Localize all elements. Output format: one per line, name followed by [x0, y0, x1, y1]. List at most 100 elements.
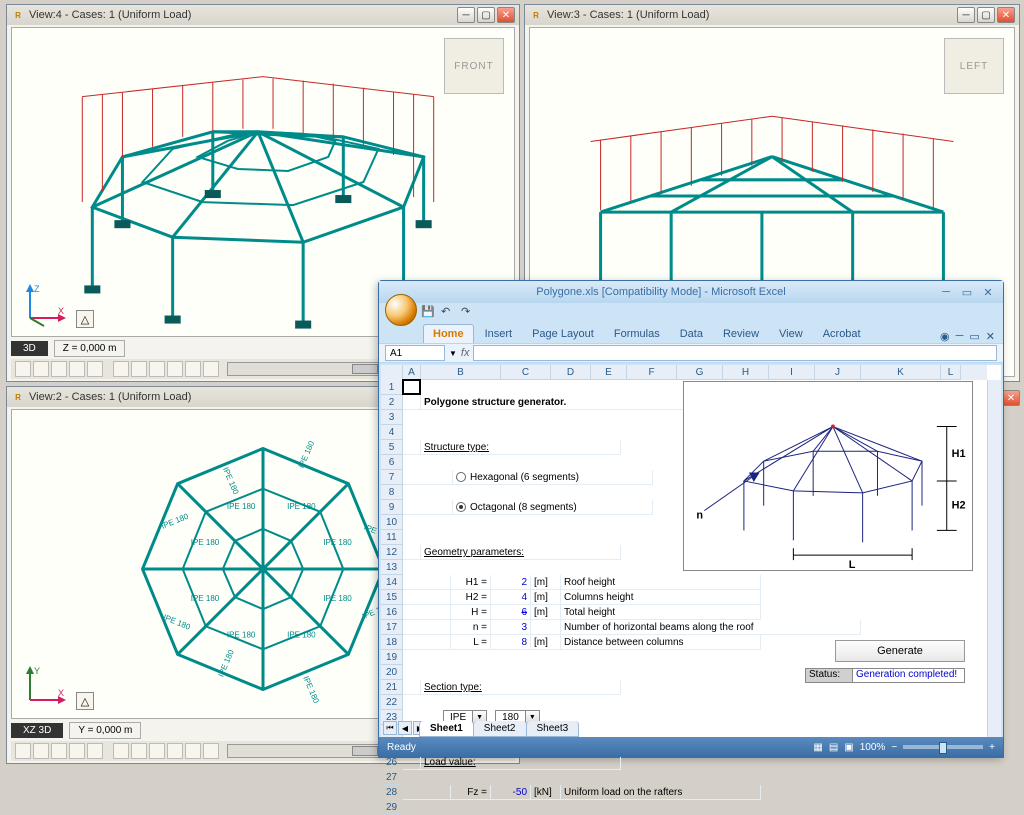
- vertical-scrollbar[interactable]: [987, 380, 1001, 737]
- redo-icon[interactable]: ↷: [461, 305, 477, 321]
- svg-text:X: X: [58, 688, 64, 698]
- ribbon-tab-data[interactable]: Data: [671, 325, 712, 343]
- close-button[interactable]: ✕: [497, 7, 515, 23]
- axis-gizmo[interactable]: YX: [20, 662, 68, 710]
- param-n-value[interactable]: 3: [491, 620, 531, 635]
- excel-statusbar: Ready ▦ ▤ ▣ 100% − +: [379, 737, 1003, 757]
- ribbon-tab-insert[interactable]: Insert: [476, 325, 522, 343]
- view-expand-button[interactable]: △: [76, 310, 94, 328]
- tool-button[interactable]: [149, 743, 165, 759]
- tool-button[interactable]: [113, 361, 129, 377]
- param-l-value[interactable]: 8: [491, 635, 531, 650]
- ribbon-tab-home[interactable]: Home: [423, 324, 474, 343]
- tool-button[interactable]: [113, 743, 129, 759]
- name-box[interactable]: A1: [385, 345, 445, 361]
- tool-button[interactable]: [33, 361, 49, 377]
- save-icon[interactable]: 💾: [421, 305, 437, 321]
- viewcube[interactable]: LEFT: [944, 38, 1004, 94]
- ribbon-tab-page-layout[interactable]: Page Layout: [523, 325, 603, 343]
- excel-titlebar[interactable]: Polygone.xls [Compatibility Mode] - Micr…: [379, 281, 1003, 303]
- ribbon-tab-acrobat[interactable]: Acrobat: [814, 325, 870, 343]
- app-icon: R: [11, 390, 25, 404]
- generate-button[interactable]: Generate: [835, 640, 965, 662]
- tool-button[interactable]: [87, 361, 103, 377]
- zoom-level[interactable]: 100%: [860, 742, 886, 753]
- svg-text:IPE 180: IPE 180: [227, 502, 256, 511]
- maximize-button[interactable]: ▢: [477, 7, 495, 23]
- sheet-tab-1[interactable]: Sheet1: [419, 721, 474, 737]
- ribbon-tabs: Home Insert Page Layout Formulas Data Re…: [379, 323, 1003, 343]
- svg-text:IPE 180: IPE 180: [227, 630, 256, 639]
- close-workbook-button[interactable]: ✕: [986, 330, 995, 343]
- restore-workbook-button[interactable]: ▭: [969, 330, 979, 343]
- svg-text:IPE 180: IPE 180: [221, 466, 241, 496]
- row-headers: 1234567891011121314151617181920212223242…: [381, 365, 403, 737]
- zoom-slider[interactable]: [903, 745, 983, 749]
- zoom-out-button[interactable]: −: [891, 742, 897, 753]
- param-h2-value[interactable]: 4: [491, 590, 531, 605]
- svg-text:IPE 180: IPE 180: [287, 630, 316, 639]
- ribbon-tab-review[interactable]: Review: [714, 325, 768, 343]
- tool-button[interactable]: [51, 743, 67, 759]
- svg-text:IPE 180: IPE 180: [216, 648, 236, 678]
- maximize-button[interactable]: ▢: [977, 7, 995, 23]
- restore-button[interactable]: ▭: [958, 285, 976, 299]
- tool-button[interactable]: [87, 743, 103, 759]
- minimize-ribbon-button[interactable]: ─: [956, 330, 964, 343]
- tool-button[interactable]: [203, 743, 219, 759]
- view-mode-label[interactable]: 3D: [11, 341, 48, 356]
- param-h-value[interactable]: 6: [491, 605, 531, 620]
- view-mode-label[interactable]: XZ 3D: [11, 723, 63, 738]
- tool-button[interactable]: [69, 361, 85, 377]
- sheet-tab-3[interactable]: Sheet3: [526, 721, 580, 737]
- ribbon-tab-view[interactable]: View: [770, 325, 812, 343]
- view3-titlebar[interactable]: R View:3 - Cases: 1 (Uniform Load) ─ ▢ ✕: [525, 5, 1019, 25]
- radio-hexagonal[interactable]: Hexagonal (6 segments): [453, 470, 653, 485]
- office-button[interactable]: [385, 294, 417, 326]
- tool-button[interactable]: [167, 743, 183, 759]
- axis-gizmo[interactable]: ZX: [20, 280, 68, 328]
- tool-button[interactable]: [203, 361, 219, 377]
- close-button[interactable]: ✕: [997, 7, 1015, 23]
- close-button[interactable]: ✕: [1002, 390, 1020, 406]
- view4-titlebar[interactable]: R View:4 - Cases: 1 (Uniform Load) ─ ▢ ✕: [7, 5, 519, 25]
- param-h1-value[interactable]: 2: [491, 575, 531, 590]
- minimize-button[interactable]: ─: [957, 7, 975, 23]
- svg-text:H1: H1: [952, 448, 966, 460]
- minimize-button[interactable]: ─: [937, 285, 955, 299]
- section-type-label: Section type:: [421, 680, 621, 695]
- sheet-first-button[interactable]: ⏮: [383, 721, 397, 735]
- param-fz-value[interactable]: -50: [491, 785, 531, 800]
- tool-button[interactable]: [69, 743, 85, 759]
- tool-button[interactable]: [131, 361, 147, 377]
- sheet-tab-2[interactable]: Sheet2: [473, 721, 527, 737]
- svg-text:IPE 180: IPE 180: [287, 502, 316, 511]
- fx-label[interactable]: fx: [461, 347, 470, 359]
- view-layout-icon[interactable]: ▤: [829, 742, 838, 753]
- excel-grid[interactable]: ABCDEFGHIJKL 123456789101112131415161718…: [381, 365, 1001, 737]
- minimize-button[interactable]: ─: [457, 7, 475, 23]
- status-readout: Status: Generation completed!: [805, 668, 965, 683]
- tool-button[interactable]: [131, 743, 147, 759]
- sheet-prev-button[interactable]: ◀: [398, 721, 412, 735]
- tool-button[interactable]: [185, 361, 201, 377]
- tool-button[interactable]: [185, 743, 201, 759]
- help-icon[interactable]: ◉: [940, 330, 950, 343]
- formula-input[interactable]: [473, 345, 997, 361]
- view-normal-icon[interactable]: ▦: [813, 742, 822, 753]
- tool-button[interactable]: [149, 361, 165, 377]
- viewcube[interactable]: FRONT: [444, 38, 504, 94]
- tool-button[interactable]: [15, 361, 31, 377]
- tool-button[interactable]: [33, 743, 49, 759]
- close-button[interactable]: ✕: [979, 285, 997, 299]
- zoom-in-button[interactable]: +: [989, 742, 995, 753]
- view-expand-button[interactable]: △: [76, 692, 94, 710]
- tool-button[interactable]: [51, 361, 67, 377]
- tool-button[interactable]: [167, 361, 183, 377]
- undo-icon[interactable]: ↶: [441, 305, 457, 321]
- tool-button[interactable]: [15, 743, 31, 759]
- svg-text:Y: Y: [34, 666, 40, 676]
- view-break-icon[interactable]: ▣: [844, 742, 853, 753]
- radio-octagonal[interactable]: Octagonal (8 segments): [453, 500, 653, 515]
- ribbon-tab-formulas[interactable]: Formulas: [605, 325, 669, 343]
